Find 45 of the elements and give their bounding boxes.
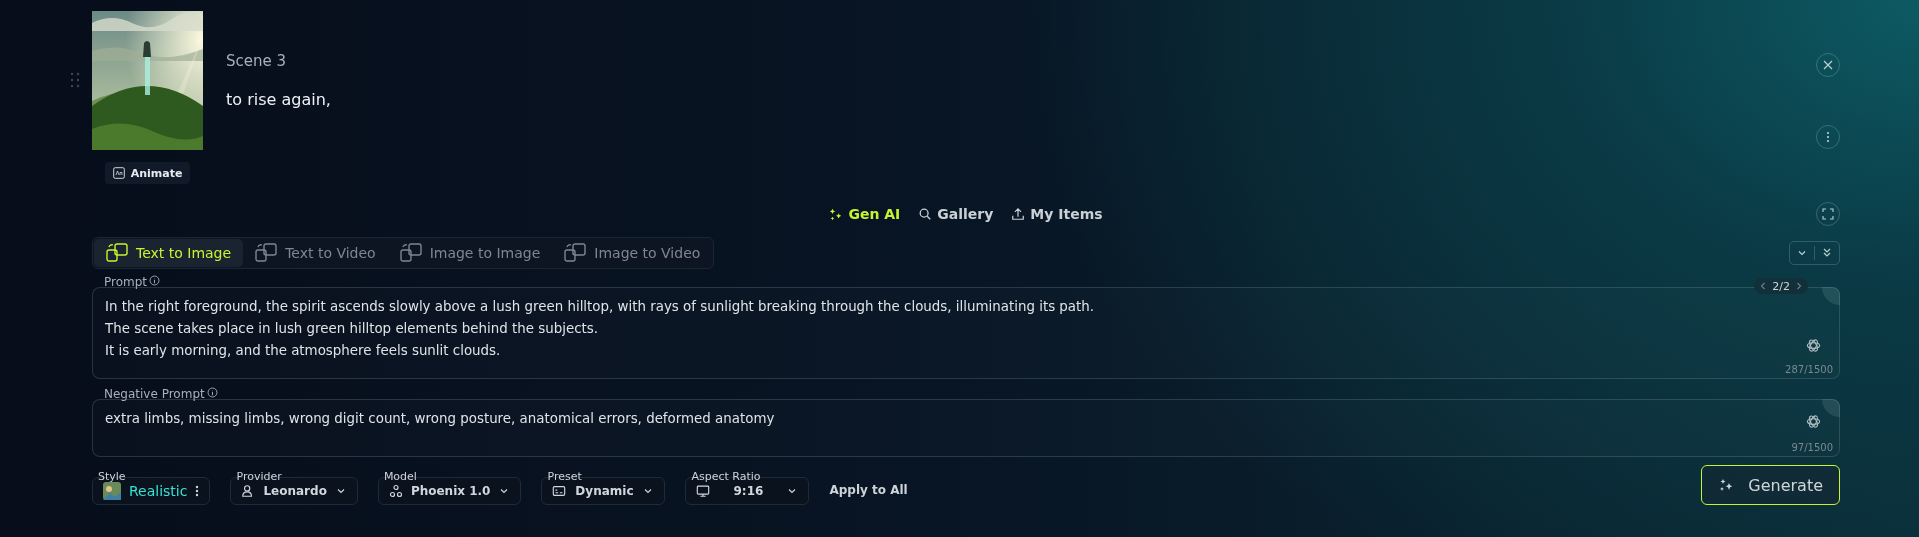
media-icon bbox=[564, 243, 587, 263]
char-counter: 287/1500 bbox=[1785, 364, 1833, 375]
style-thumbnail-icon bbox=[103, 482, 121, 500]
scene-title: Scene 3 bbox=[226, 52, 288, 70]
more-icon bbox=[1826, 131, 1830, 143]
field-label: Prompt bbox=[104, 275, 148, 289]
media-icon bbox=[255, 243, 278, 263]
close-icon bbox=[1823, 60, 1833, 70]
media-icon bbox=[399, 243, 422, 263]
mode-tab[interactable]: Text to Image bbox=[94, 239, 244, 267]
search-icon bbox=[918, 207, 933, 221]
nav-tab[interactable]: Gen AI bbox=[829, 206, 901, 222]
chevron-left-icon bbox=[1760, 282, 1767, 290]
chevron-down-icon bbox=[1797, 248, 1807, 258]
corner-tab bbox=[1822, 399, 1840, 417]
nav-tab[interactable]: My Items bbox=[1011, 206, 1103, 222]
char-counter: 97/1500 bbox=[1791, 442, 1833, 453]
more-icon[interactable] bbox=[195, 485, 200, 497]
drag-handle-icon[interactable] bbox=[70, 72, 80, 88]
media-icon bbox=[106, 243, 128, 263]
scene-text: to rise again, bbox=[226, 90, 331, 109]
ai-knot-icon[interactable] bbox=[1806, 414, 1821, 429]
mode-tab[interactable]: Image to Image bbox=[387, 239, 553, 267]
page-switcher[interactable]: 2/2 bbox=[1754, 278, 1808, 294]
image-frame-icon bbox=[552, 484, 567, 498]
ai-knot-icon[interactable] bbox=[1806, 338, 1821, 353]
apply-to-all-link[interactable]: Apply to All bbox=[829, 483, 908, 497]
mode-tab[interactable]: Image to Video bbox=[552, 239, 713, 267]
nodes-icon bbox=[388, 484, 403, 498]
sparkle-icon bbox=[829, 207, 844, 221]
sparkle-icon bbox=[1718, 477, 1735, 493]
mode-tab[interactable]: Text to Video bbox=[243, 239, 388, 267]
corner-tab bbox=[1822, 287, 1840, 305]
nav-tab[interactable]: Gallery bbox=[918, 206, 994, 222]
info-icon bbox=[149, 275, 161, 286]
generate-button[interactable]: Generate bbox=[1701, 465, 1840, 505]
film-icon bbox=[112, 167, 125, 179]
animate-button[interactable]: Animate bbox=[104, 162, 191, 184]
field-label: Negative Prompt bbox=[104, 387, 205, 401]
double-chevron-icon bbox=[1822, 247, 1832, 259]
info-icon bbox=[206, 387, 218, 398]
upload-icon bbox=[1011, 207, 1026, 221]
chevron-right-icon bbox=[1796, 282, 1802, 290]
fullscreen-icon bbox=[1822, 208, 1834, 220]
monitor-icon bbox=[696, 484, 711, 498]
